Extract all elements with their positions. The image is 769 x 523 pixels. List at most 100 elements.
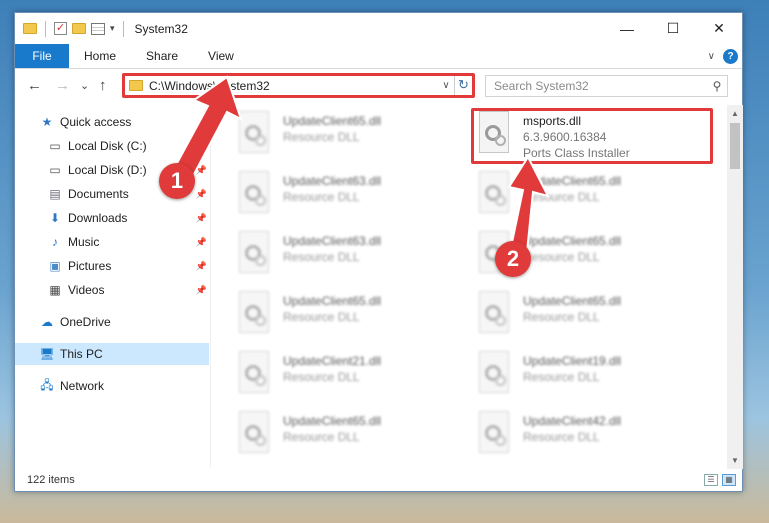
- sidebar-item-local-disk-c[interactable]: ▭ Local Disk (C:) 📌: [47, 135, 207, 157]
- search-box[interactable]: Search System32 ⚲: [485, 75, 728, 97]
- sidebar-item-network[interactable]: 🖧 Network: [39, 375, 209, 397]
- dll-file-icon: [237, 291, 273, 335]
- sidebar-item-pictures[interactable]: ▣ Pictures 📌: [47, 255, 207, 277]
- file-item[interactable]: UpdateClient63.dll Resource DLL: [237, 171, 467, 223]
- scroll-down-icon[interactable]: ▼: [727, 452, 743, 469]
- help-icon[interactable]: ?: [723, 49, 738, 64]
- toolbar-divider: [45, 20, 46, 37]
- videos-icon: ▦: [49, 283, 61, 297]
- file-description: Resource DLL: [283, 190, 360, 204]
- sidebar-item-onedrive[interactable]: ☁ OneDrive: [39, 311, 209, 333]
- file-item[interactable]: UpdateClient19.dll Resource DLL: [477, 351, 707, 403]
- computer-icon: 🖥: [39, 347, 55, 361]
- up-button[interactable]: ↑: [99, 77, 107, 94]
- file-description: Resource DLL: [283, 250, 360, 264]
- file-item[interactable]: UpdateClient42.dll Resource DLL: [477, 411, 707, 463]
- window-title: System32: [134, 21, 188, 36]
- sidebar-item-this-pc[interactable]: 🖥 This PC: [15, 343, 209, 365]
- download-icon: ⬇: [49, 211, 61, 225]
- file-description: Resource DLL: [283, 310, 360, 324]
- file-description: Resource DLL: [283, 430, 360, 444]
- file-highlight-box: [471, 108, 713, 164]
- sidebar-item-label: Videos: [68, 283, 105, 297]
- details-view-icon[interactable]: ☰: [704, 474, 718, 486]
- pin-icon[interactable]: 📌: [196, 189, 207, 200]
- address-path[interactable]: C:\Windows\System32: [149, 79, 438, 93]
- sidebar-item-label: Documents: [68, 187, 129, 201]
- network-icon: 🖧: [40, 377, 54, 392]
- title-bar: ✓ ▾ System32 — ☐ ✕: [15, 13, 742, 44]
- close-button[interactable]: ✕: [696, 13, 742, 44]
- customize-toolbar-icon[interactable]: ▾: [110, 23, 115, 34]
- file-list: UpdateClient65.dll Resource DLL msports.d…: [215, 105, 725, 467]
- search-input[interactable]: Search System32: [486, 79, 707, 93]
- documents-icon: ▤: [49, 187, 61, 201]
- file-description: Resource DLL: [523, 190, 600, 204]
- scroll-up-icon[interactable]: ▲: [727, 105, 743, 122]
- pin-icon[interactable]: 📌: [196, 213, 207, 224]
- tab-home[interactable]: Home: [69, 44, 131, 68]
- recent-locations-button[interactable]: ⌄: [80, 79, 89, 92]
- pin-icon[interactable]: 📌: [196, 261, 207, 272]
- forward-button[interactable]: →: [55, 77, 70, 94]
- refresh-icon[interactable]: ↻: [454, 76, 472, 95]
- file-item[interactable]: UpdateClient65.dll Resource DLL: [237, 411, 467, 463]
- tab-share[interactable]: Share: [131, 44, 193, 68]
- file-name: UpdateClient42.dll: [523, 414, 622, 428]
- file-item[interactable]: UpdateClient63.dll Resource DLL: [237, 231, 467, 283]
- status-bar: 122 items ☰ ▦: [15, 469, 742, 491]
- tab-file[interactable]: File: [15, 44, 69, 68]
- maximize-button[interactable]: ☐: [650, 13, 696, 44]
- view-options-icon[interactable]: [91, 22, 105, 35]
- dll-file-icon: [237, 351, 273, 395]
- pin-icon[interactable]: 📌: [196, 237, 207, 248]
- large-icons-view-icon[interactable]: ▦: [722, 474, 736, 486]
- tab-view[interactable]: View: [193, 44, 249, 68]
- file-name: UpdateClient65.dll: [283, 294, 382, 308]
- sidebar-item-label: Downloads: [68, 211, 128, 225]
- address-dropdown-icon[interactable]: ∨: [438, 80, 454, 91]
- file-name: UpdateClient19.dll: [523, 354, 622, 368]
- drive-icon: ▭: [49, 139, 61, 153]
- dll-file-icon: [237, 411, 273, 455]
- file-item[interactable]: UpdateClient65.dll Resource DLL: [237, 111, 467, 163]
- star-icon: ★: [41, 115, 53, 129]
- address-bar[interactable]: C:\Windows\System32 ∨ ↻: [122, 73, 475, 98]
- properties-check-icon[interactable]: ✓: [54, 22, 67, 35]
- file-description: Resource DLL: [523, 250, 600, 264]
- file-description: Resource DLL: [523, 430, 600, 444]
- dll-file-icon: [237, 231, 273, 275]
- sidebar-item-quick-access[interactable]: ★ Quick access: [39, 111, 209, 133]
- step-1-badge: 1: [159, 163, 195, 199]
- pin-icon[interactable]: 📌: [196, 285, 207, 296]
- file-item[interactable]: UpdateClient65.dll Resource DLL: [477, 171, 707, 223]
- music-icon: ♪: [52, 235, 58, 249]
- sidebar-item-videos[interactable]: ▦ Videos 📌: [47, 279, 207, 301]
- file-item[interactable]: UpdateClient65.dll Resource DLL: [237, 291, 467, 343]
- dll-file-icon: [477, 411, 513, 455]
- minimize-button[interactable]: —: [604, 13, 650, 44]
- pin-icon[interactable]: 📌: [196, 165, 207, 176]
- sidebar-item-music[interactable]: ♪ Music 📌: [47, 231, 207, 253]
- new-folder-icon[interactable]: [72, 23, 86, 34]
- ribbon-tabs: File Home Share View ∨ ?: [15, 44, 742, 69]
- back-button[interactable]: ←: [27, 77, 42, 94]
- file-description: Resource DLL: [523, 310, 600, 324]
- drive-icon: ▭: [49, 163, 61, 177]
- dll-file-icon: [477, 351, 513, 395]
- sidebar-item-downloads[interactable]: ⬇ Downloads 📌: [47, 207, 207, 229]
- file-name: UpdateClient65.dll: [283, 414, 382, 428]
- file-item[interactable]: UpdateClient65.dll Resource DLL: [477, 291, 707, 343]
- explorer-window: ✓ ▾ System32 — ☐ ✕ File Home Share View …: [14, 12, 743, 492]
- search-icon[interactable]: ⚲: [707, 79, 727, 93]
- expand-ribbon-icon[interactable]: ∨: [708, 51, 715, 62]
- pictures-icon: ▣: [49, 259, 61, 273]
- file-description: Resource DLL: [283, 370, 360, 384]
- scroll-thumb[interactable]: [730, 123, 740, 169]
- sidebar-item-label: Music: [68, 235, 100, 249]
- pin-icon[interactable]: 📌: [196, 141, 207, 152]
- file-item[interactable]: UpdateClient21.dll Resource DLL: [237, 351, 467, 403]
- vertical-scrollbar[interactable]: ▲ ▼: [727, 105, 743, 469]
- folder-icon[interactable]: [23, 23, 37, 34]
- file-name: UpdateClient65.dll: [523, 234, 622, 248]
